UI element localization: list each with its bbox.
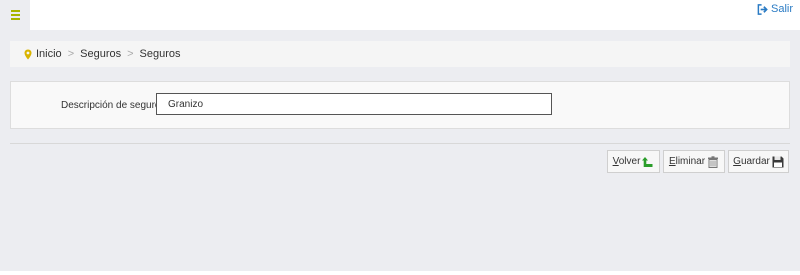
hamburger-icon-bar <box>10 18 20 20</box>
eliminar-label-rest: liminar <box>675 156 706 167</box>
breadcrumb: Inicio > Seguros > Seguros <box>10 41 790 67</box>
guardar-label-accesskey: G <box>733 156 741 167</box>
map-pin-icon <box>24 49 32 59</box>
sign-out-icon <box>757 3 768 15</box>
eliminar-button[interactable]: Eliminar <box>663 150 725 173</box>
guardar-label-rest: uardar <box>740 156 770 167</box>
floppy-disk-icon <box>772 156 784 167</box>
menu-toggle-button[interactable] <box>0 0 30 30</box>
bottom-strip <box>0 271 800 275</box>
volver-button[interactable]: Volver <box>607 150 660 173</box>
breadcrumb-item-seguros[interactable]: Seguros <box>80 48 121 60</box>
divider <box>10 143 790 144</box>
description-label: Descripción de seguro <box>61 100 161 111</box>
eliminar-label: Eliminar <box>669 156 705 167</box>
volver-label: Volver <box>613 156 641 167</box>
guardar-button[interactable]: Guardar <box>728 150 789 173</box>
guardar-label: Guardar <box>733 156 770 167</box>
hamburger-icon-bar <box>10 14 20 16</box>
trash-icon <box>708 155 719 168</box>
logout-link[interactable]: Salir <box>757 3 793 15</box>
form-panel: Descripción de seguro <box>10 81 790 129</box>
back-arrow-icon <box>642 156 653 167</box>
eliminar-label-accesskey: E <box>668 156 676 167</box>
breadcrumb-item-inicio[interactable]: Inicio <box>36 48 62 60</box>
description-input[interactable] <box>156 93 552 115</box>
top-bar: Salir <box>0 0 800 30</box>
breadcrumb-separator: > <box>127 48 134 60</box>
volver-label-rest: olver <box>618 156 641 167</box>
logout-label: Salir <box>770 3 793 15</box>
hamburger-icon <box>10 10 20 12</box>
breadcrumb-item-current: Seguros <box>139 48 181 60</box>
breadcrumb-separator: > <box>67 48 75 60</box>
